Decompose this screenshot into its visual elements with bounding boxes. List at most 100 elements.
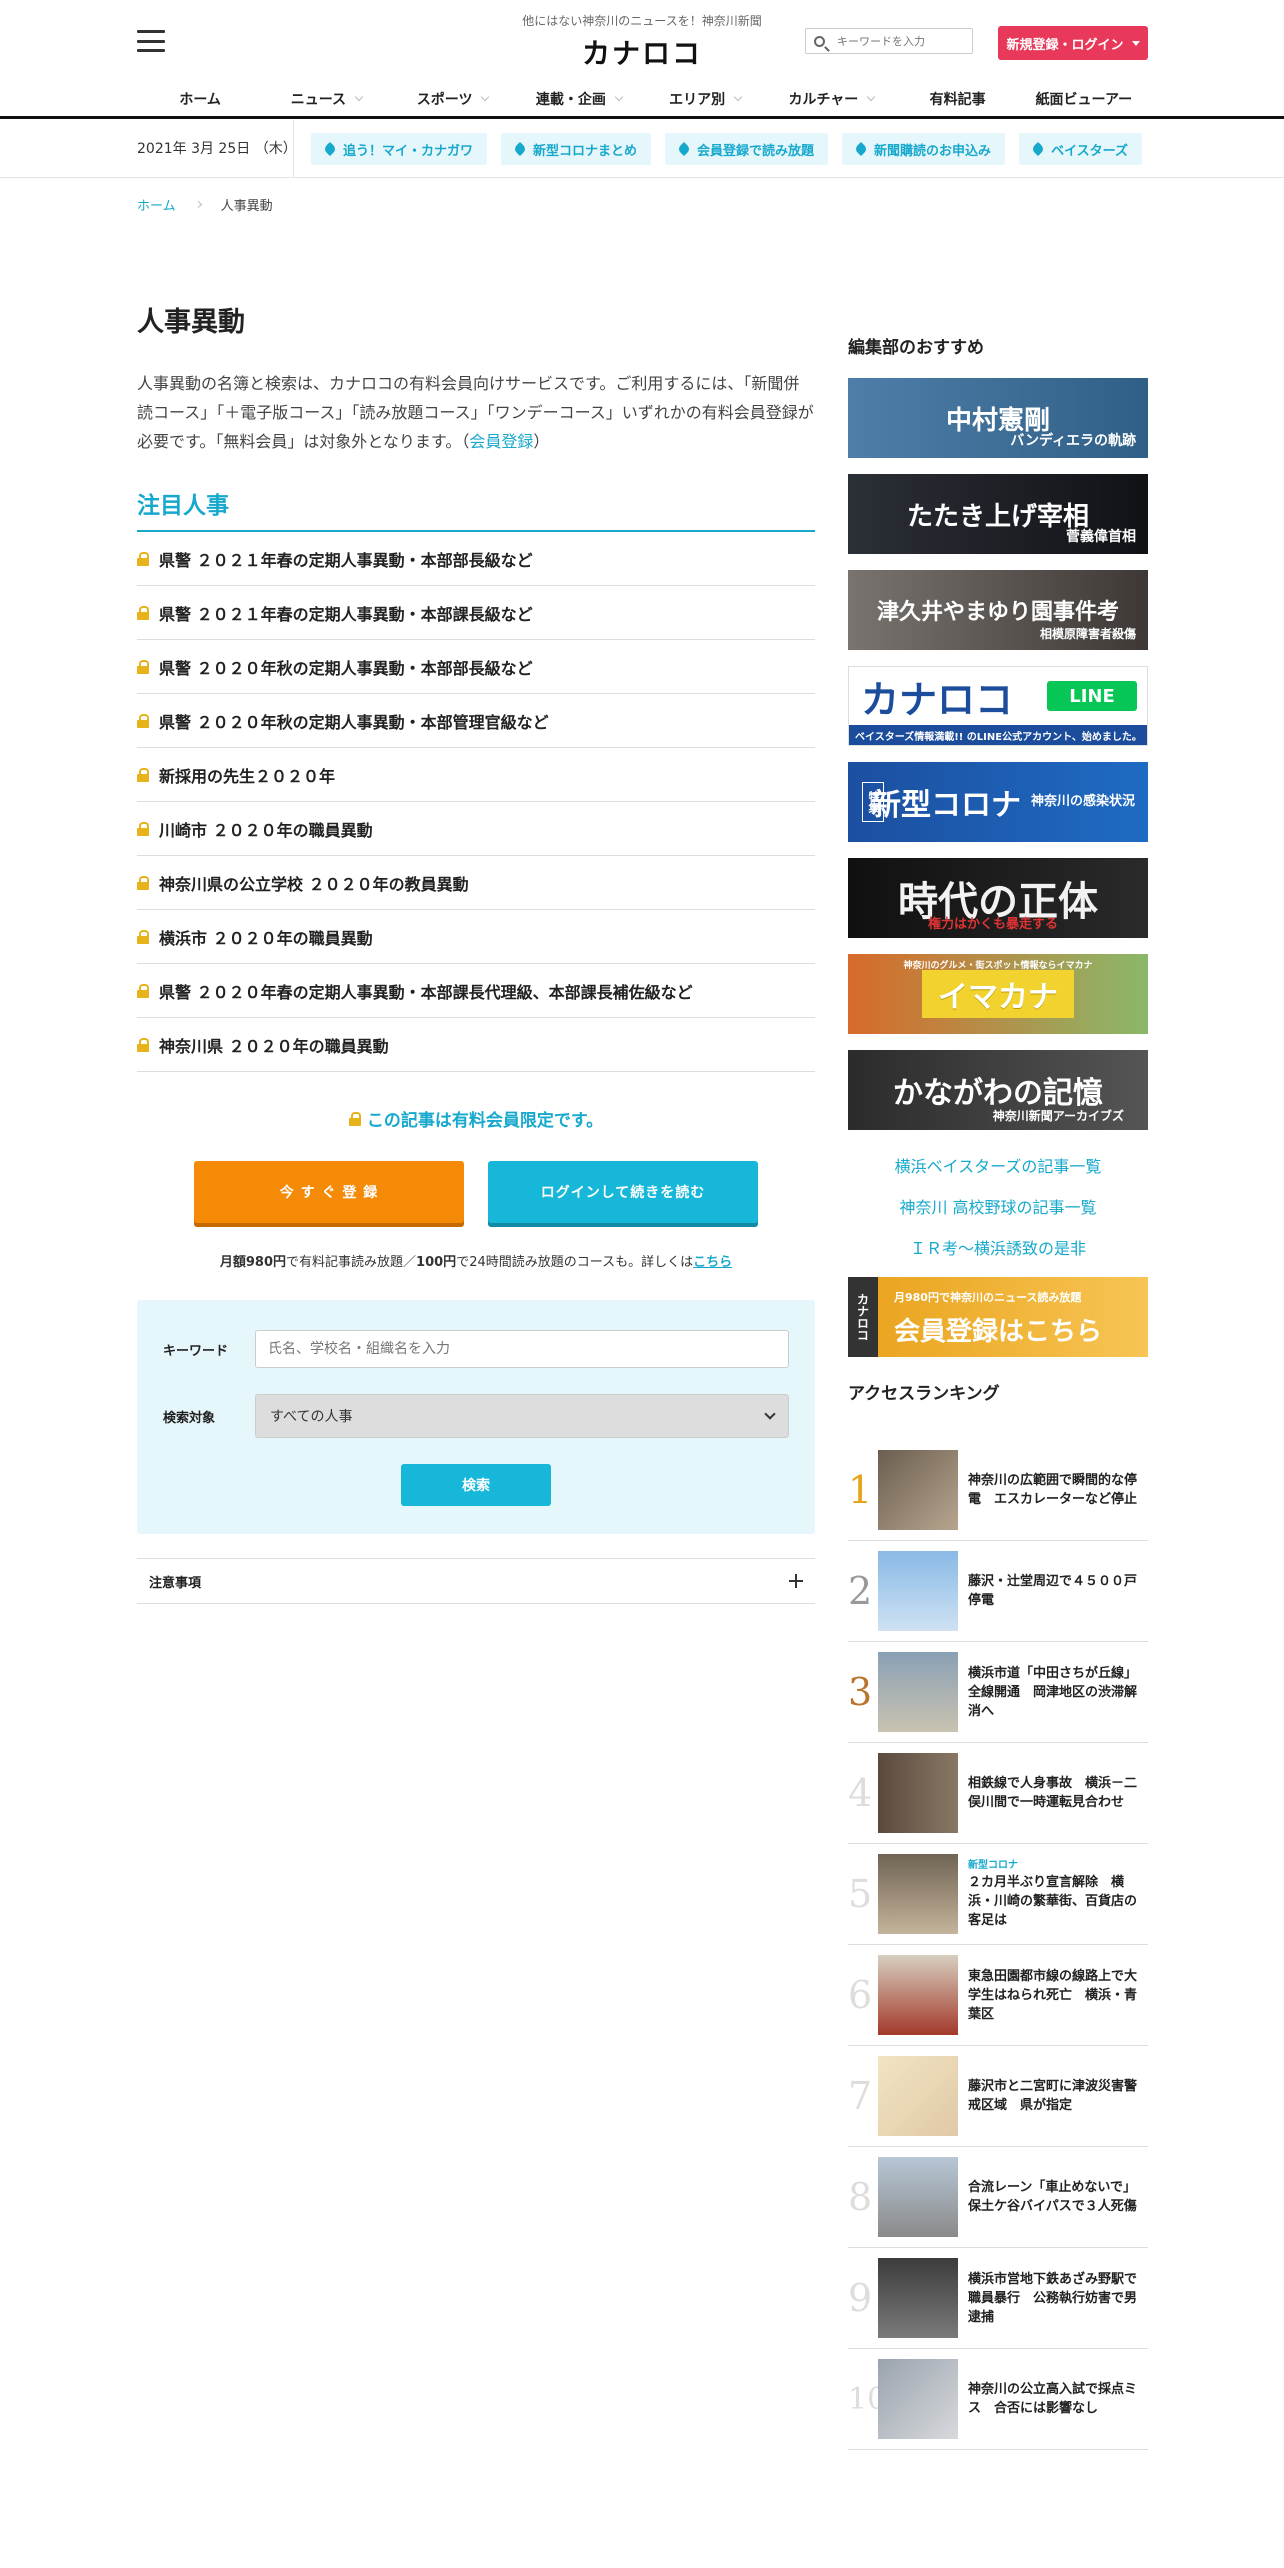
banner-kioku[interactable]: かながわの記憶 神奈川新聞アーカイブズ — [848, 1050, 1148, 1130]
tag-subscribe[interactable]: 新聞購読のお申込み — [842, 133, 1006, 165]
article-thumbnail — [878, 2056, 958, 2136]
lock-icon — [348, 1111, 361, 1126]
article-thumbnail — [878, 2258, 958, 2338]
section-title: 注目人事 — [137, 486, 815, 532]
ranking-category: 新型コロナ — [968, 1859, 1018, 1871]
ranking-item[interactable]: 3 横浜市道「中田さちが丘線」全線開通 岡津地区の渋滞解消へ — [848, 1642, 1148, 1743]
tag-my-kanagawa[interactable]: 追う！マイ・カナガワ — [311, 133, 488, 165]
article-thumbnail — [878, 1450, 958, 1530]
tag-list: 追う！マイ・カナガワ 新型コロナまとめ 会員登録で読み放題 新聞購読のお申込み … — [311, 133, 1143, 165]
banner-line-baystars[interactable]: カナロコ LINE ベイスターズ情報満載!! のLINE公式アカウント、始めまし… — [848, 666, 1148, 746]
link-koshien-articles[interactable]: 神奈川 高校野球の記事一覧 — [848, 1187, 1148, 1228]
nav-sports[interactable]: スポーツ — [390, 82, 516, 116]
target-label: 検索対象 — [163, 1410, 216, 1426]
banner-imakana[interactable]: 神奈川のグルメ・街スポット情報ならイマカナ イマカナ — [848, 954, 1148, 1034]
ranking-item[interactable]: 7 藤沢市と二宮町に津波災害警戒区域 県が指定 — [848, 2046, 1148, 2147]
lock-icon — [137, 983, 149, 998]
article-thumbnail — [878, 2157, 958, 2237]
member-register-link[interactable]: 会員登録 — [469, 432, 533, 451]
search-submit-button[interactable]: 検索 — [401, 1464, 551, 1506]
target-row: 検索対象 すべての人事 — [163, 1394, 789, 1438]
ranking-item[interactable]: 10 神奈川の公立高入試で採点ミス 合否には影響なし — [848, 2349, 1148, 2450]
breadcrumb: ホーム 人事異動 — [137, 195, 273, 214]
article-thumbnail — [878, 1652, 958, 1732]
notes-accordion[interactable]: 注意事項 — [137, 1558, 815, 1604]
chevron-down-icon — [867, 92, 876, 102]
article-thumbnail — [878, 1955, 958, 2035]
keyword-input[interactable] — [255, 1330, 789, 1368]
list-item[interactable]: 神奈川県 ２０２０年の職員異動 — [137, 1018, 815, 1072]
main-content: 人事異動 人事異動の名簿と検索は、カナロコの有料会員向けサービスです。ご利用する… — [137, 300, 815, 1604]
list-item[interactable]: 県警 ２０２１年春の定期人事異動・本部部長級など — [137, 532, 815, 586]
members-only-notice: この記事は有料会員限定です。 — [137, 1106, 815, 1131]
article-thumbnail — [878, 2359, 958, 2439]
tag-bar: 2021年 3月 25日 （木） 追う！マイ・カナガワ 新型コロナまとめ 会員登… — [0, 120, 1284, 178]
list-item[interactable]: 県警 ２０２１年春の定期人事異動・本部課長級など — [137, 586, 815, 640]
login-continue-button[interactable]: ログインして続きを読む — [488, 1161, 758, 1223]
lock-icon — [137, 875, 149, 890]
register-login-label: 新規登録・ログイン — [1006, 37, 1124, 53]
breadcrumb-home[interactable]: ホーム — [137, 195, 176, 214]
banner-jidai[interactable]: 時代の正体 権力はかくも暴走する — [848, 858, 1148, 938]
tag-member-register[interactable]: 会員登録で読み放題 — [665, 133, 829, 165]
chevron-down-icon — [354, 92, 364, 102]
list-item[interactable]: 神奈川県の公立学校 ２０２０年の教員異動 — [137, 856, 815, 910]
ranking-list: 1 神奈川の広範囲で瞬間的な停電 エスカレーターなど停止 2 藤沢・辻堂周辺で４５０… — [848, 1440, 1148, 2450]
keyword-row: キーワード — [163, 1330, 789, 1368]
nav-paid-articles[interactable]: 有料記事 — [895, 82, 1021, 116]
search-icon[interactable] — [814, 35, 825, 47]
ranking-item[interactable]: 2 藤沢・辻堂周辺で４５００戸停電 — [848, 1541, 1148, 1642]
list-item[interactable]: 県警 ２０２０年秋の定期人事異動・本部管理官級など — [137, 694, 815, 748]
date-divider — [293, 120, 294, 178]
nav-paper-viewer[interactable]: 紙面ビューアー — [1021, 82, 1147, 116]
tag-icon — [1030, 141, 1046, 157]
tag-baystars[interactable]: ベイスターズ — [1019, 133, 1143, 165]
current-date: 2021年 3月 25日 （木） — [137, 141, 297, 157]
list-item[interactable]: 県警 ２０２０年秋の定期人事異動・本部部長級など — [137, 640, 815, 694]
details-link[interactable]: こちら — [693, 1255, 732, 1270]
banner-covid[interactable]: 特集 新型コロナ 神奈川の感染状況 — [848, 762, 1148, 842]
ranking-item[interactable]: 5 新型コロナ ２カ月半ぶり宣言解除 横浜・川崎の繁華街、百貨店の客足は — [848, 1844, 1148, 1945]
nav-news[interactable]: ニュース — [263, 82, 389, 116]
intro-text: 人事異動の名簿と検索は、カナロコの有料会員向けサービスです。ご利用するには、「新… — [137, 374, 814, 451]
header-search-input[interactable] — [837, 34, 957, 48]
nav-series[interactable]: 連載・企画 — [516, 82, 642, 116]
lock-icon — [137, 605, 149, 620]
header-search[interactable] — [805, 28, 973, 54]
ranking-item[interactable]: 8 合流レーン「車止めないで」 保土ケ谷バイパスで３人死傷 — [848, 2147, 1148, 2248]
nav-area[interactable]: エリア別 — [642, 82, 768, 116]
list-item[interactable]: 川崎市 ２０２０年の職員異動 — [137, 802, 815, 856]
tag-covid[interactable]: 新型コロナまとめ — [501, 133, 652, 165]
personnel-search-panel: キーワード 検索対象 すべての人事 検索 — [137, 1300, 815, 1534]
link-ir-articles[interactable]: ＩＲ考～横浜誘致の是非 — [848, 1228, 1148, 1269]
target-select[interactable]: すべての人事 — [255, 1394, 789, 1438]
banner-member-register[interactable]: カナロコ 月980円で神奈川のニュース読み放題 会員登録はこちら — [848, 1277, 1148, 1357]
sidebar: 編集部のおすすめ 中村憲剛 バンディエラの軌跡 たたき上げ宰相 菅義偉首相 津久… — [848, 333, 1148, 2450]
list-item[interactable]: 県警 ２０２０年春の定期人事異動・本部課長代理級、本部課長補佐級など — [137, 964, 815, 1018]
ranking-item[interactable]: 1 神奈川の広範囲で瞬間的な停電 エスカレーターなど停止 — [848, 1440, 1148, 1541]
list-item[interactable]: 横浜市 ２０２０年の職員異動 — [137, 910, 815, 964]
tag-icon — [322, 141, 338, 157]
register-login-button[interactable]: 新規登録・ログイン — [998, 26, 1148, 60]
article-thumbnail — [878, 1753, 958, 1833]
tag-icon — [512, 141, 528, 157]
banner-nakamura[interactable]: 中村憲剛 バンディエラの軌跡 — [848, 378, 1148, 458]
nav-home[interactable]: ホーム — [137, 82, 263, 116]
ranking-item[interactable]: 4 相鉄線で人身事故 横浜－二俣川間で一時運転見合わせ — [848, 1743, 1148, 1844]
global-nav: ホーム ニュース スポーツ 連載・企画 エリア別 カルチャー 有料記事 紙面ビュ… — [137, 82, 1147, 116]
article-thumbnail — [878, 1854, 958, 1934]
ranking-item[interactable]: 9 横浜市営地下鉄あざみ野駅で職員暴行 公務執行妨害で男逮捕 — [848, 2248, 1148, 2349]
banner-suga[interactable]: たたき上げ宰相 菅義偉首相 — [848, 474, 1148, 554]
lock-icon — [137, 767, 149, 782]
chevron-down-icon — [614, 92, 624, 102]
register-now-button[interactable]: 今 す ぐ 登 録 — [194, 1161, 464, 1223]
link-baystars-articles[interactable]: 横浜ベイスターズの記事一覧 — [848, 1146, 1148, 1187]
banner-yamayuri[interactable]: 津久井やまゆり園事件考 相模原障害者殺傷 — [848, 570, 1148, 650]
list-item[interactable]: 新採用の先生２０２０年 — [137, 748, 815, 802]
ranking-item[interactable]: 6 東急田園都市線の線路上で大学生はねられ死亡 横浜・青葉区 — [848, 1945, 1148, 2046]
personnel-list: 県警 ２０２１年春の定期人事異動・本部部長級など 県警 ２０２１年春の定期人事異… — [137, 532, 815, 1072]
nav-culture[interactable]: カルチャー — [768, 82, 894, 116]
lock-icon — [137, 713, 149, 728]
chevron-down-icon — [764, 1408, 776, 1420]
article-thumbnail — [878, 1551, 958, 1631]
